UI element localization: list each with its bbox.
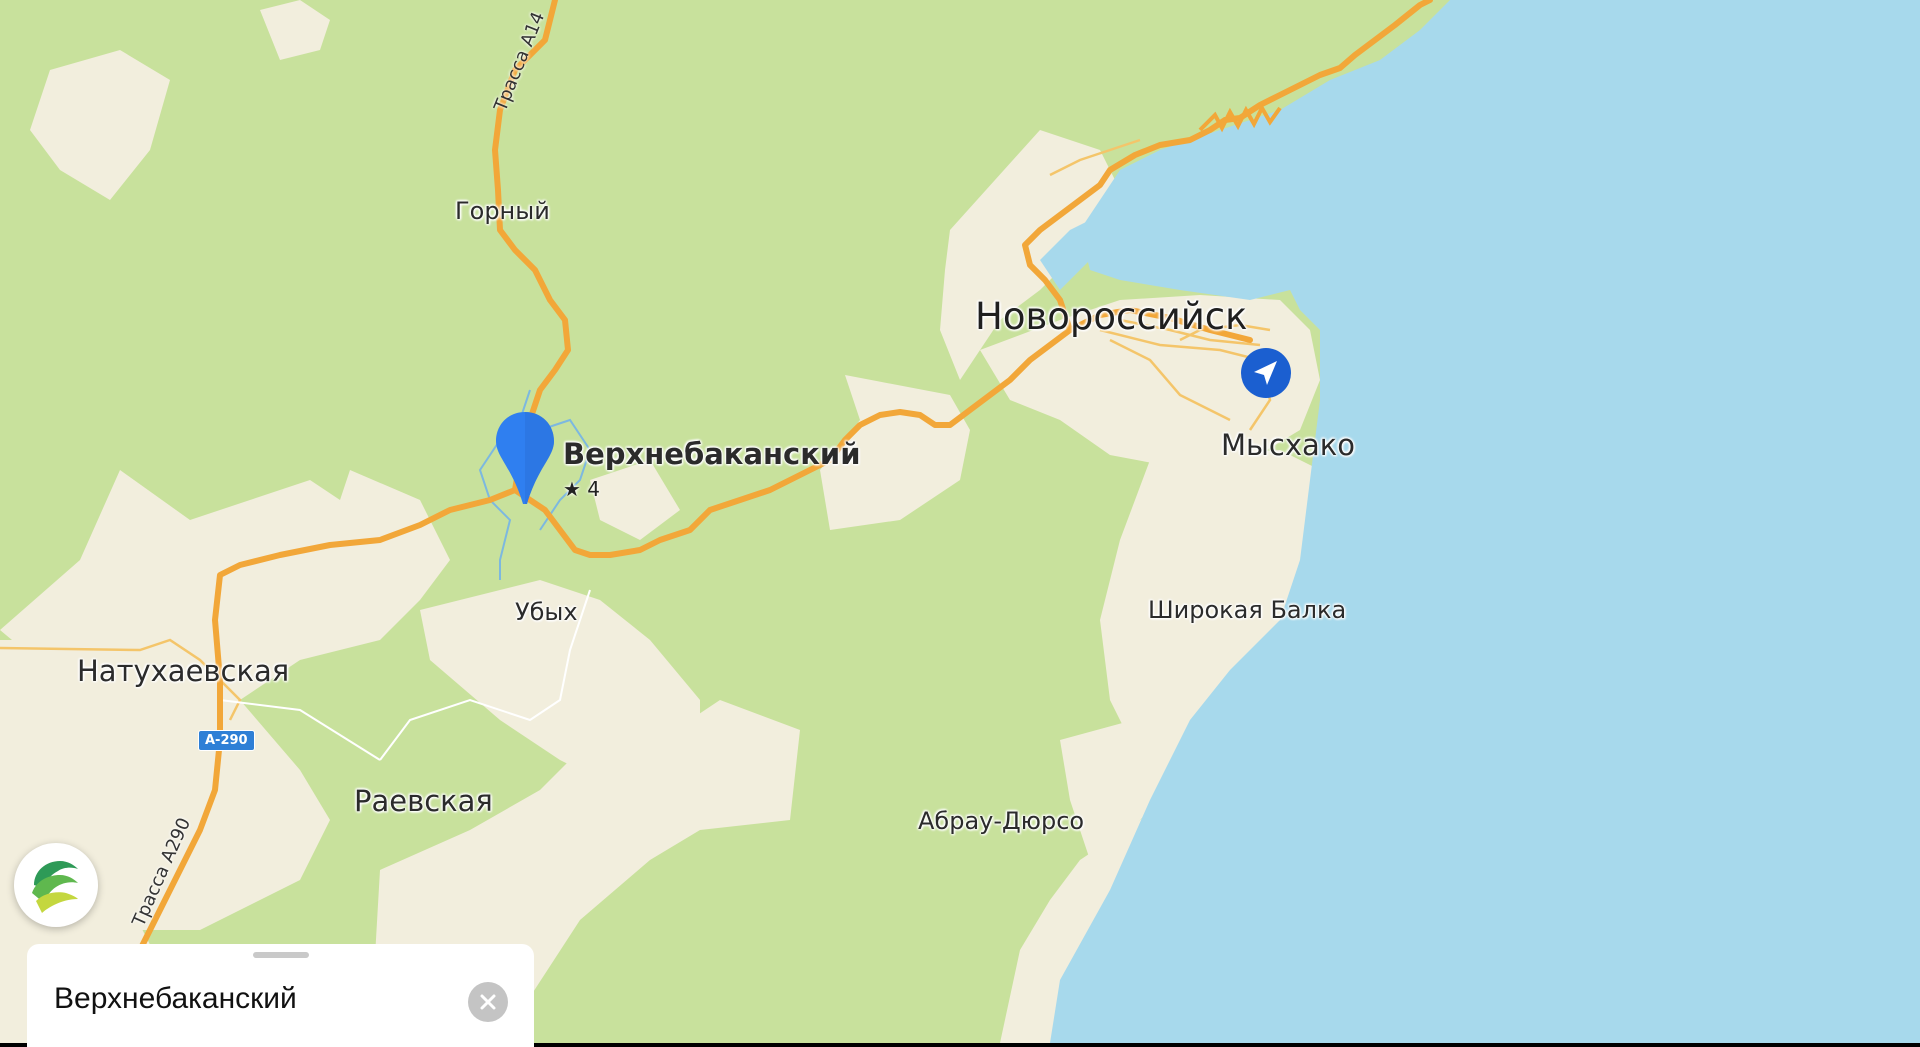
close-button[interactable] xyxy=(468,982,508,1022)
road-shield-a290: А-290 xyxy=(198,730,255,751)
domclick-logo-icon xyxy=(32,861,78,913)
panel-drag-handle[interactable] xyxy=(253,952,309,958)
map-layers xyxy=(0,0,1920,1043)
close-icon xyxy=(480,994,496,1010)
map-canvas[interactable]: Трасса А14 Трасса А290 А-290 Горный Ново… xyxy=(0,0,1920,1043)
place-label-novorossiysk: Новороссийск xyxy=(975,295,1248,338)
place-label-myskhako: Мысхако xyxy=(1221,428,1356,462)
place-label-abrau-dyurso: Абрау-Дюрсо xyxy=(918,807,1085,835)
place-rating: ★ 4 xyxy=(563,477,601,501)
place-label-shirokaya-balka: Широкая Балка xyxy=(1148,596,1347,624)
place-label-ubykh: Убых xyxy=(515,598,578,626)
place-label-natukhaevskaya: Натухаевская xyxy=(77,654,290,688)
navigation-arrow-icon[interactable] xyxy=(1240,347,1292,399)
location-pin-icon[interactable] xyxy=(494,410,556,506)
place-label-gorny: Горный xyxy=(455,197,550,225)
place-label-raevskaya: Раевская xyxy=(354,784,493,818)
place-label-verkhnebakansky[interactable]: Верхнебаканский xyxy=(563,437,861,471)
bottom-panel[interactable]: Верхнебаканский xyxy=(27,944,534,1047)
domclick-logo-button[interactable] xyxy=(14,843,98,927)
panel-title: Верхнебаканский xyxy=(54,982,297,1015)
